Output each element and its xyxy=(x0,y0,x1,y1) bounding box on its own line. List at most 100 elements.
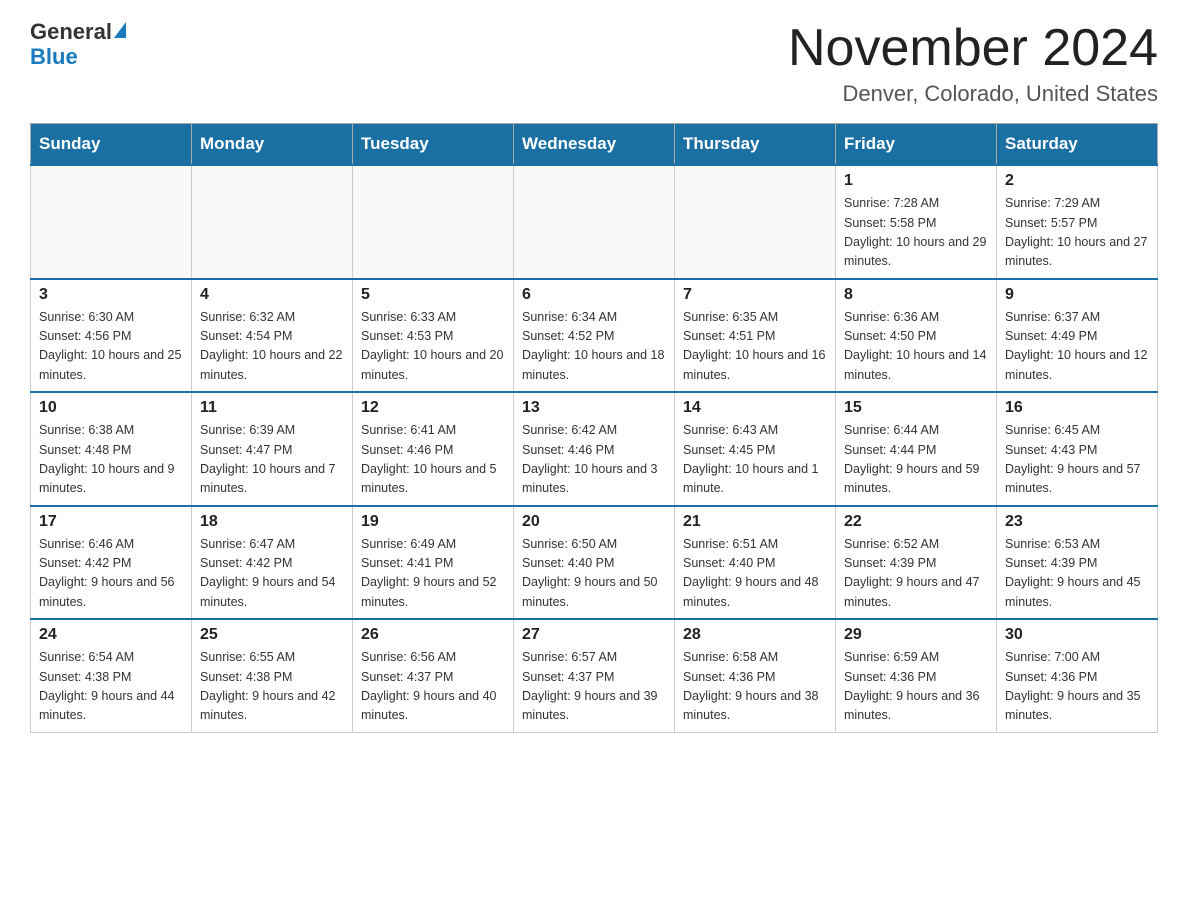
week-row-1: 1 Sunrise: 7:28 AMSunset: 5:58 PMDaylight… xyxy=(31,165,1158,279)
day-number: 18 xyxy=(200,513,344,531)
calendar-cell: 29Sunrise: 6:59 AMSunset: 4:36 PMDayligh… xyxy=(836,619,997,732)
day-info: Sunrise: 6:57 AMSunset: 4:37 PMDaylight:… xyxy=(522,648,666,726)
calendar-cell: 25 Sunrise: 6:55 AMSunset: 4:38 PMDayligh… xyxy=(192,619,353,732)
day-number: 5 xyxy=(361,286,505,304)
day-number: 8 xyxy=(844,286,988,304)
calendar-cell: 15 Sunrise: 6:44 AMSunset: 4:44 PMDayligh… xyxy=(836,392,997,506)
calendar-cell xyxy=(353,165,514,279)
weekday-header-saturday: Saturday xyxy=(997,124,1158,166)
day-info: Sunrise: 6:58 AMSunset: 4:36 PMDaylight:… xyxy=(683,648,827,726)
day-number: 10 xyxy=(39,399,183,417)
day-info: Sunrise: 6:42 AMSunset: 4:46 PMDaylight:… xyxy=(522,421,666,499)
calendar-cell: 5 Sunrise: 6:33 AMSunset: 4:53 PMDaylight… xyxy=(353,279,514,393)
day-number: 16 xyxy=(1005,399,1149,417)
day-info: Sunrise: 6:33 AMSunset: 4:53 PMDaylight:… xyxy=(361,308,505,386)
day-info: Sunrise: 6:52 AMSunset: 4:39 PMDaylight:… xyxy=(844,535,988,613)
weekday-header-wednesday: Wednesday xyxy=(514,124,675,166)
calendar-cell xyxy=(192,165,353,279)
day-number: 30 xyxy=(1005,626,1149,644)
day-info: Sunrise: 7:00 AMSunset: 4:36 PMDaylight:… xyxy=(1005,648,1149,726)
calendar-cell: 8 Sunrise: 6:36 AMSunset: 4:50 PMDaylight… xyxy=(836,279,997,393)
day-info: Sunrise: 6:45 AMSunset: 4:43 PMDaylight:… xyxy=(1005,421,1149,499)
calendar-cell xyxy=(31,165,192,279)
day-number: 22 xyxy=(844,513,988,531)
day-number: 25 xyxy=(200,626,344,644)
day-info: Sunrise: 6:38 AMSunset: 4:48 PMDaylight:… xyxy=(39,421,183,499)
calendar-cell: 16 Sunrise: 6:45 AMSunset: 4:43 PMDayligh… xyxy=(997,392,1158,506)
calendar-cell: 10 Sunrise: 6:38 AMSunset: 4:48 PMDayligh… xyxy=(31,392,192,506)
day-info: Sunrise: 6:59 AMSunset: 4:36 PMDaylight:… xyxy=(844,648,988,726)
day-number: 13 xyxy=(522,399,666,417)
day-info: Sunrise: 6:30 AMSunset: 4:56 PMDaylight:… xyxy=(39,308,183,386)
day-number: 6 xyxy=(522,286,666,304)
title-area: November 2024 Denver, Colorado, United S… xyxy=(788,20,1158,107)
weekday-header-tuesday: Tuesday xyxy=(353,124,514,166)
day-number: 9 xyxy=(1005,286,1149,304)
day-info: Sunrise: 6:34 AMSunset: 4:52 PMDaylight:… xyxy=(522,308,666,386)
weekday-header-thursday: Thursday xyxy=(675,124,836,166)
day-info: Sunrise: 6:32 AMSunset: 4:54 PMDaylight:… xyxy=(200,308,344,386)
calendar-cell: 1 Sunrise: 7:28 AMSunset: 5:58 PMDaylight… xyxy=(836,165,997,279)
day-number: 20 xyxy=(522,513,666,531)
day-info: Sunrise: 6:49 AMSunset: 4:41 PMDaylight:… xyxy=(361,535,505,613)
calendar-cell: 23 Sunrise: 6:53 AMSunset: 4:39 PMDayligh… xyxy=(997,506,1158,620)
day-number: 15 xyxy=(844,399,988,417)
day-info: Sunrise: 6:43 AMSunset: 4:45 PMDaylight:… xyxy=(683,421,827,499)
day-number: 11 xyxy=(200,399,344,417)
calendar-cell: 27 Sunrise: 6:57 AMSunset: 4:37 PMDayligh… xyxy=(514,619,675,732)
day-number: 7 xyxy=(683,286,827,304)
weekday-header-row: SundayMondayTuesdayWednesdayThursdayFrid… xyxy=(31,124,1158,166)
day-number: 28 xyxy=(683,626,827,644)
calendar-cell: 17 Sunrise: 6:46 AMSunset: 4:42 PMDayligh… xyxy=(31,506,192,620)
day-info: Sunrise: 7:28 AMSunset: 5:58 PMDaylight:… xyxy=(844,194,988,272)
calendar-cell xyxy=(675,165,836,279)
day-number: 24 xyxy=(39,626,183,644)
weekday-header-friday: Friday xyxy=(836,124,997,166)
calendar-cell: 3 Sunrise: 6:30 AMSunset: 4:56 PMDaylight… xyxy=(31,279,192,393)
page-header: General Blue November 2024 Denver, Color… xyxy=(30,20,1158,107)
day-number: 14 xyxy=(683,399,827,417)
day-info: Sunrise: 6:37 AMSunset: 4:49 PMDaylight:… xyxy=(1005,308,1149,386)
day-info: Sunrise: 6:47 AMSunset: 4:42 PMDaylight:… xyxy=(200,535,344,613)
weekday-header-sunday: Sunday xyxy=(31,124,192,166)
day-info: Sunrise: 6:35 AMSunset: 4:51 PMDaylight:… xyxy=(683,308,827,386)
day-number: 2 xyxy=(1005,172,1149,190)
day-number: 3 xyxy=(39,286,183,304)
day-number: 1 xyxy=(844,172,988,190)
calendar-cell: 13 Sunrise: 6:42 AMSunset: 4:46 PMDayligh… xyxy=(514,392,675,506)
calendar-cell: 21Sunrise: 6:51 AMSunset: 4:40 PMDayligh… xyxy=(675,506,836,620)
calendar-cell: 6 Sunrise: 6:34 AMSunset: 4:52 PMDaylight… xyxy=(514,279,675,393)
day-info: Sunrise: 6:39 AMSunset: 4:47 PMDaylight:… xyxy=(200,421,344,499)
day-info: Sunrise: 6:51 AMSunset: 4:40 PMDaylight:… xyxy=(683,535,827,613)
day-info: Sunrise: 6:55 AMSunset: 4:38 PMDaylight:… xyxy=(200,648,344,726)
calendar-cell: 22 Sunrise: 6:52 AMSunset: 4:39 PMDayligh… xyxy=(836,506,997,620)
day-info: Sunrise: 6:53 AMSunset: 4:39 PMDaylight:… xyxy=(1005,535,1149,613)
calendar-cell: 4Sunrise: 6:32 AMSunset: 4:54 PMDaylight… xyxy=(192,279,353,393)
calendar-cell: 7 Sunrise: 6:35 AMSunset: 4:51 PMDaylight… xyxy=(675,279,836,393)
calendar-cell: 30 Sunrise: 7:00 AMSunset: 4:36 PMDayligh… xyxy=(997,619,1158,732)
calendar-table: SundayMondayTuesdayWednesdayThursdayFrid… xyxy=(30,123,1158,733)
calendar-cell: 11 Sunrise: 6:39 AMSunset: 4:47 PMDayligh… xyxy=(192,392,353,506)
day-info: Sunrise: 6:36 AMSunset: 4:50 PMDaylight:… xyxy=(844,308,988,386)
day-number: 26 xyxy=(361,626,505,644)
day-number: 23 xyxy=(1005,513,1149,531)
day-info: Sunrise: 6:54 AMSunset: 4:38 PMDaylight:… xyxy=(39,648,183,726)
calendar-cell: 26Sunrise: 6:56 AMSunset: 4:37 PMDayligh… xyxy=(353,619,514,732)
week-row-2: 3 Sunrise: 6:30 AMSunset: 4:56 PMDaylight… xyxy=(31,279,1158,393)
day-info: Sunrise: 7:29 AMSunset: 5:57 PMDaylight:… xyxy=(1005,194,1149,272)
week-row-4: 17 Sunrise: 6:46 AMSunset: 4:42 PMDayligh… xyxy=(31,506,1158,620)
logo-general-text: General xyxy=(30,20,112,44)
day-info: Sunrise: 6:46 AMSunset: 4:42 PMDaylight:… xyxy=(39,535,183,613)
month-title: November 2024 xyxy=(788,20,1158,77)
calendar-cell: 14 Sunrise: 6:43 AMSunset: 4:45 PMDayligh… xyxy=(675,392,836,506)
day-info: Sunrise: 6:50 AMSunset: 4:40 PMDaylight:… xyxy=(522,535,666,613)
calendar-cell: 19Sunrise: 6:49 AMSunset: 4:41 PMDayligh… xyxy=(353,506,514,620)
calendar-cell: 20 Sunrise: 6:50 AMSunset: 4:40 PMDayligh… xyxy=(514,506,675,620)
day-number: 12 xyxy=(361,399,505,417)
day-info: Sunrise: 6:44 AMSunset: 4:44 PMDaylight:… xyxy=(844,421,988,499)
week-row-5: 24 Sunrise: 6:54 AMSunset: 4:38 PMDayligh… xyxy=(31,619,1158,732)
location-title: Denver, Colorado, United States xyxy=(788,81,1158,107)
logo-triangle-icon xyxy=(114,22,126,38)
day-number: 17 xyxy=(39,513,183,531)
day-number: 27 xyxy=(522,626,666,644)
